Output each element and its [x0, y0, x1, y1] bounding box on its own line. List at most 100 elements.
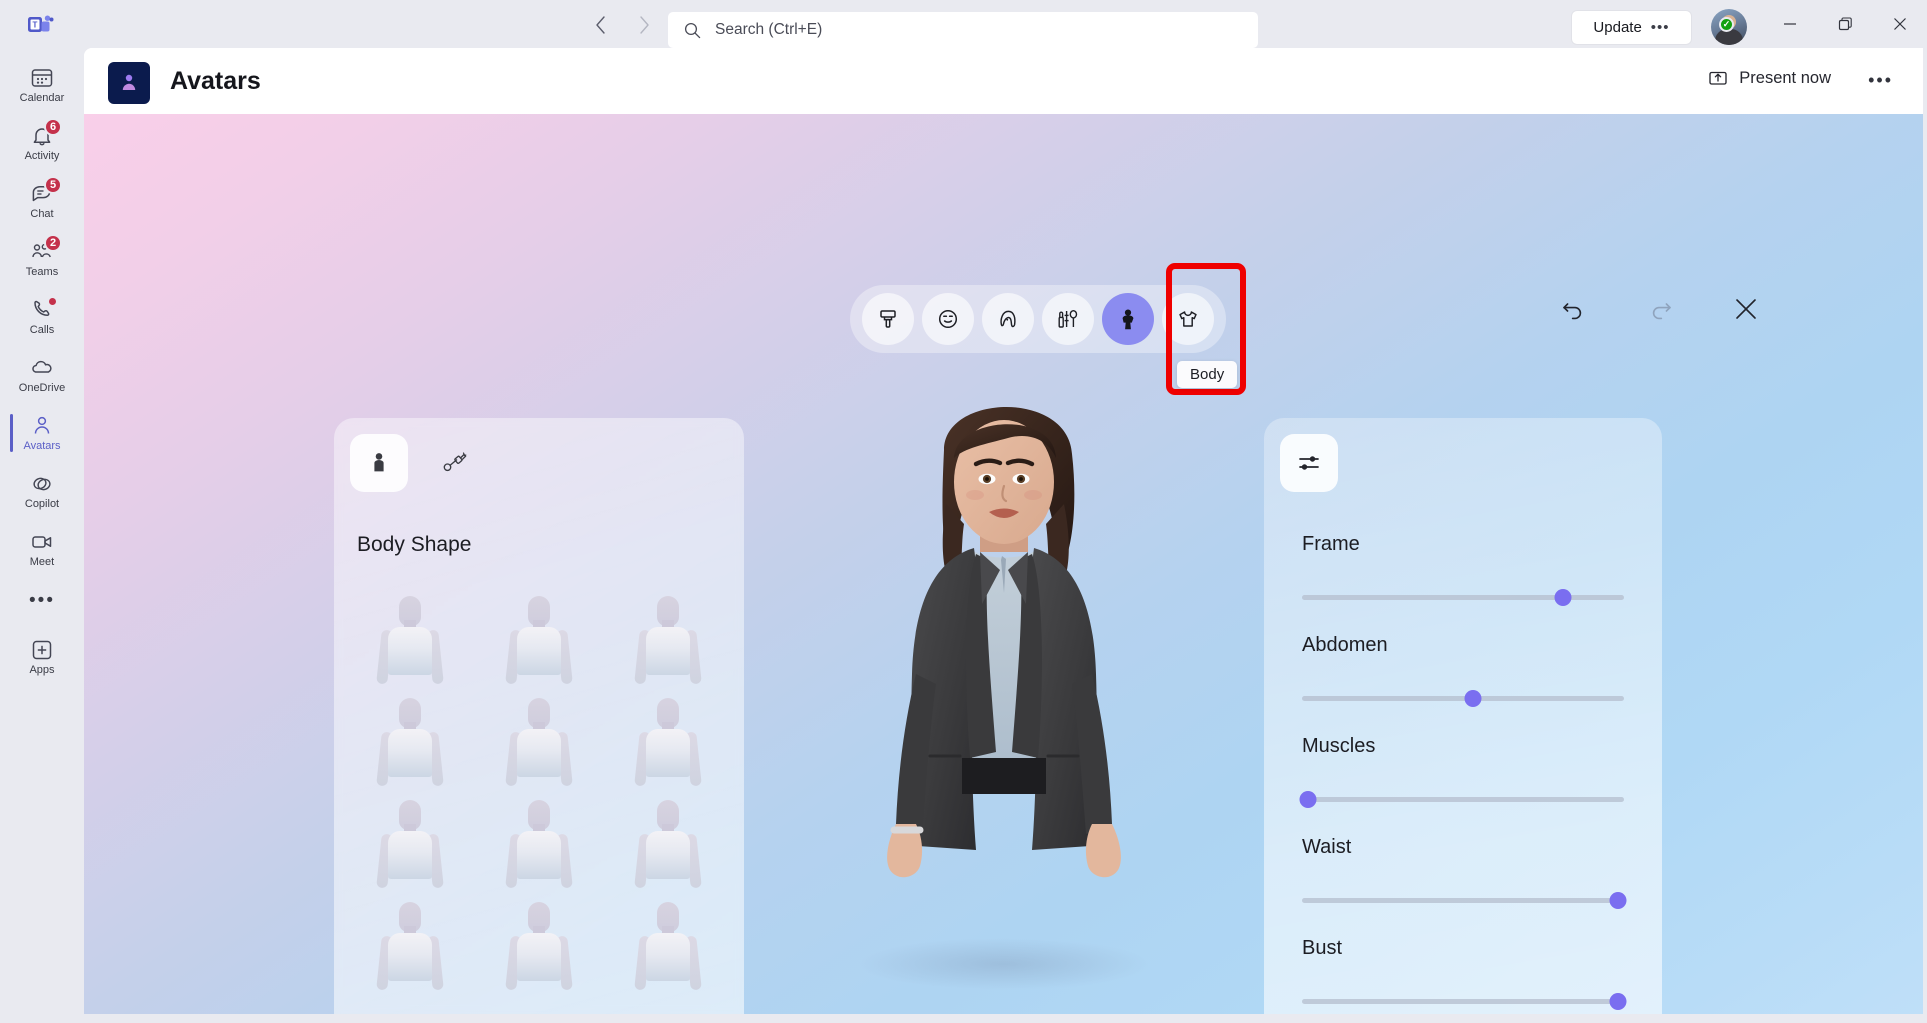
body-shape-option[interactable] — [603, 588, 732, 688]
slider-label: Waist — [1302, 836, 1352, 858]
slider-waist: Waist — [1264, 836, 1662, 937]
category-toolbar — [850, 285, 1226, 353]
chat-badge: 5 — [44, 176, 63, 194]
body-shape-tab[interactable] — [350, 434, 408, 492]
search-bar[interactable]: Search (Ctrl+E) — [668, 12, 1258, 48]
body-shape-option[interactable] — [346, 588, 475, 688]
content-area: Avatars Present now ••• Body Body Shape … — [84, 48, 1923, 1014]
sidebar-item-onedrive[interactable]: OneDrive — [10, 346, 74, 404]
sidebar-label: OneDrive — [18, 381, 66, 394]
header-overflow-button[interactable]: ••• — [1868, 70, 1893, 91]
slider-thumb[interactable] — [1609, 892, 1627, 909]
app-header: Avatars Present now ••• — [84, 48, 1923, 114]
slider-track — [1302, 797, 1624, 802]
sidebar-item-teams[interactable]: 2 Teams — [10, 230, 74, 288]
category-body[interactable] — [1102, 293, 1154, 345]
page-title: Avatars — [170, 67, 261, 95]
sidebar-more-button[interactable]: ••• — [10, 578, 74, 624]
title-bar: T Search (Ctrl+E) Update ••• ✓ — [0, 0, 1927, 48]
body-shape-grid — [346, 588, 732, 994]
present-now-button[interactable]: Present now — [1708, 68, 1831, 88]
category-makeup[interactable] — [1042, 293, 1094, 345]
slider-label: Bust — [1302, 937, 1343, 959]
slider-thumb[interactable] — [1464, 690, 1482, 707]
slider-bust: Bust — [1264, 937, 1662, 1014]
slider-label: Muscles — [1302, 735, 1376, 757]
share-up-icon — [1708, 68, 1728, 88]
sidebar-label: Activity — [24, 149, 60, 162]
sidebar-label: Copilot — [24, 497, 60, 510]
slider-thumb[interactable] — [1554, 589, 1572, 606]
sidebar-item-meet[interactable]: Meet — [10, 520, 74, 578]
slider-track — [1302, 999, 1624, 1004]
body-shape-option[interactable] — [346, 894, 475, 994]
category-clothing[interactable] — [1162, 293, 1214, 345]
app-rail: Calendar 6 Activity 5 Chat 2 Teams Calls… — [10, 48, 74, 1023]
teams-logo: T — [28, 14, 54, 36]
update-label: Update — [1593, 19, 1642, 36]
category-face[interactable] — [922, 293, 974, 345]
avatar-preview[interactable] — [784, 354, 1224, 1014]
slider-muscles: Muscles — [1264, 735, 1662, 836]
body-shape-thumbnail — [368, 596, 452, 688]
undo-icon[interactable] — [1557, 292, 1591, 326]
sidebar-item-chat[interactable]: 5 Chat — [10, 172, 74, 230]
body-shape-thumbnail — [497, 800, 581, 892]
body-shape-option[interactable] — [475, 690, 604, 790]
window-controls — [1762, 0, 1927, 48]
slider-bust-control[interactable] — [1302, 991, 1627, 1011]
slider-frame-control[interactable] — [1302, 587, 1624, 607]
sidebar-item-apps[interactable]: Apps — [10, 628, 74, 686]
update-overflow-icon[interactable]: ••• — [1651, 19, 1670, 36]
update-button[interactable]: Update ••• — [1572, 11, 1691, 44]
minimize-button[interactable] — [1762, 0, 1817, 48]
slider-thumb[interactable] — [1609, 993, 1627, 1010]
body-shape-option[interactable] — [475, 792, 604, 892]
sidebar-label: Avatars — [23, 439, 61, 452]
category-hair[interactable] — [982, 293, 1034, 345]
back-button[interactable] — [585, 10, 615, 40]
sidebar-item-copilot[interactable]: Copilot — [10, 462, 74, 520]
maximize-button[interactable] — [1817, 0, 1872, 48]
search-input[interactable]: Search (Ctrl+E) — [715, 21, 822, 39]
body-shape-option[interactable] — [475, 894, 604, 994]
video-camera-icon — [30, 530, 54, 554]
slider-waist-control[interactable] — [1302, 890, 1627, 910]
person-icon — [30, 414, 54, 438]
present-now-label: Present now — [1739, 68, 1831, 87]
sidebar-label: Calls — [29, 323, 55, 336]
body-shape-option[interactable] — [603, 792, 732, 892]
body-shape-option[interactable] — [603, 894, 732, 994]
teams-badge: 2 — [44, 234, 63, 252]
slider-label: Abdomen — [1302, 634, 1388, 656]
slider-thumb[interactable] — [1299, 791, 1317, 808]
stage-actions — [1557, 292, 1763, 326]
sidebar-item-calendar[interactable]: Calendar — [10, 56, 74, 114]
sidebar-label: Teams — [25, 265, 59, 278]
slider-track — [1302, 595, 1624, 600]
forward-button[interactable] — [629, 10, 659, 40]
sidebar-label: Meet — [29, 555, 55, 568]
slider-track — [1302, 898, 1624, 903]
sidebar-label: Calendar — [19, 91, 65, 104]
body-shape-option[interactable] — [346, 792, 475, 892]
body-shape-title: Body Shape — [357, 533, 472, 556]
body-shape-thumbnail — [368, 902, 452, 994]
category-style-brush[interactable] — [862, 293, 914, 345]
body-shape-option[interactable] — [603, 690, 732, 790]
body-shape-option[interactable] — [346, 690, 475, 790]
avatar-editor-stage: Body Body Shape Frame Abdomen Muscles Wa… — [84, 114, 1923, 1014]
sidebar-item-activity[interactable]: 6 Activity — [10, 114, 74, 172]
prosthetics-tab[interactable] — [426, 434, 484, 492]
slider-label: Frame — [1302, 533, 1360, 555]
close-button[interactable] — [1872, 0, 1927, 48]
body-shape-option[interactable] — [475, 588, 604, 688]
sidebar-item-calls[interactable]: Calls — [10, 288, 74, 346]
body-sliders-tab[interactable] — [1280, 434, 1338, 492]
slider-abdomen-control[interactable] — [1302, 688, 1624, 708]
slider-muscles-control[interactable] — [1299, 789, 1624, 809]
redo-icon[interactable] — [1643, 292, 1677, 326]
close-editor-icon[interactable] — [1729, 292, 1763, 326]
sidebar-item-avatars[interactable]: Avatars — [10, 404, 74, 462]
plus-box-icon — [30, 638, 54, 662]
